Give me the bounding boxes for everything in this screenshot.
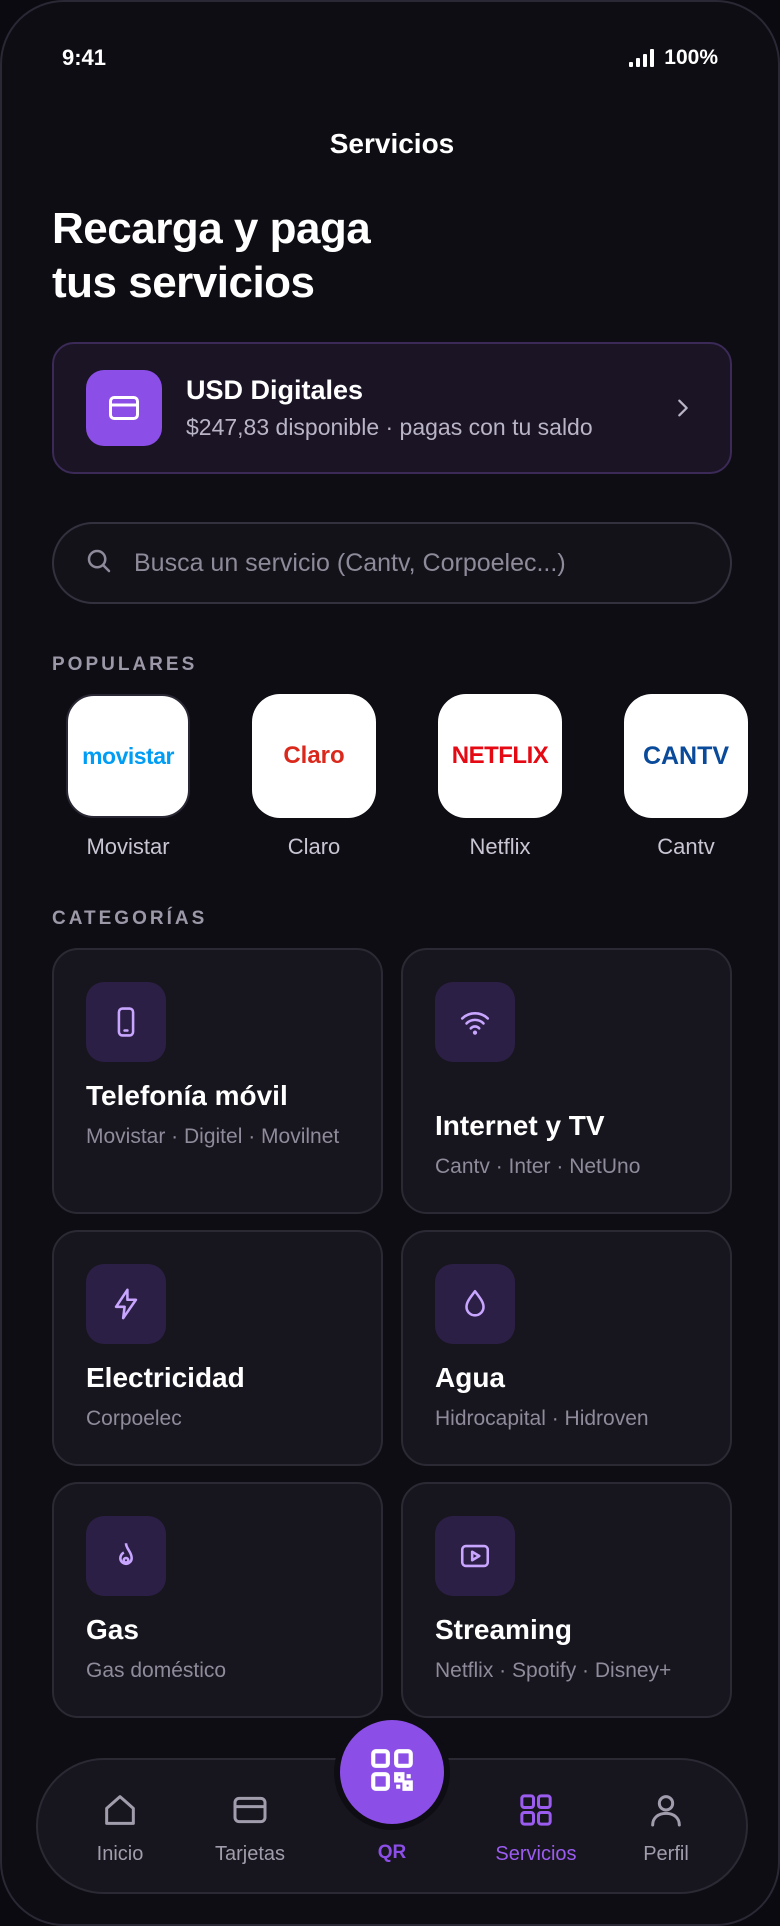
category-subtitle: Corpoelec xyxy=(86,1407,182,1430)
card-icon xyxy=(230,1790,270,1835)
category-title: Telefonía móvil xyxy=(86,1080,288,1111)
category-subtitle: Cantv · Inter · NetUno xyxy=(435,1155,641,1178)
headline: Recarga y paga tus servicios xyxy=(52,202,371,310)
popular-item-netflix[interactable]: NETFLIX Netflix xyxy=(438,694,562,860)
signal-icon xyxy=(629,49,655,67)
search-icon xyxy=(84,546,114,581)
popular-item-cantv[interactable]: CANTV Cantv xyxy=(624,694,748,860)
page-title: Servicios xyxy=(329,128,455,159)
popular-item-label: Cantv xyxy=(657,834,715,859)
category-subtitle: Hidrocapital · Hidroven xyxy=(435,1407,649,1430)
tab-label: Perfil xyxy=(643,1843,689,1865)
category-card-gas[interactable]: Gas Gas doméstico xyxy=(52,1482,383,1718)
category-title: Internet y TV xyxy=(435,1110,605,1141)
claro-logo-text: Claro xyxy=(283,742,345,769)
popular-label: POPULARES xyxy=(52,654,198,675)
movistar-logo-text: movistar xyxy=(82,742,174,769)
status-right: 100% xyxy=(629,46,718,70)
status-bar: 9:41 100% xyxy=(62,40,718,76)
popular-item-label: Movistar xyxy=(86,834,170,859)
popular-item-label: Claro xyxy=(287,834,341,859)
category-subtitle: Gas doméstico xyxy=(86,1659,227,1682)
popular-item-label: Netflix xyxy=(469,834,531,859)
qr-button[interactable] xyxy=(340,1720,444,1824)
search-bar[interactable] xyxy=(52,522,732,604)
qr-label: QR xyxy=(377,1842,407,1863)
tab-tarjetas[interactable]: Tarjetas xyxy=(190,1790,310,1866)
category-card-electricidad[interactable]: Electricidad Corpoelec xyxy=(52,1230,383,1466)
cantv-logo-text: CANTV xyxy=(642,741,730,770)
status-time: 9:41 xyxy=(62,45,107,70)
wallet-card[interactable]: USD Digitales $247,83 disponible · pagas… xyxy=(52,342,732,474)
category-subtitle: Netflix · Spotify · Disney+ xyxy=(435,1659,672,1682)
tab-servicios[interactable]: Servicios xyxy=(476,1790,596,1866)
popular-list: movistar Movistar Claro Claro NETFLIX Ne… xyxy=(66,694,748,860)
category-card-agua[interactable]: Agua Hidrocapital · Hidroven xyxy=(401,1230,732,1466)
home-icon xyxy=(100,1790,140,1835)
cantv-logo: CANTV xyxy=(624,694,748,818)
category-title: Gas xyxy=(86,1614,139,1645)
chevron-right-icon xyxy=(668,393,698,423)
wallet-title: USD Digitales xyxy=(186,375,364,405)
popular-item-movistar[interactable]: movistar Movistar xyxy=(66,694,190,860)
category-card-internet[interactable]: Internet y TV Cantv · Inter · NetUno xyxy=(401,948,732,1214)
category-subtitle: Movistar · Digitel · Movilnet xyxy=(86,1125,340,1148)
tab-label: Servicios xyxy=(495,1843,577,1865)
categories-label: CATEGORÍAS xyxy=(52,908,208,929)
headline-line-1: Recarga y paga xyxy=(52,204,371,253)
category-title: Electricidad xyxy=(86,1362,245,1393)
popular-item-claro[interactable]: Claro Claro xyxy=(252,694,376,860)
tab-inicio[interactable]: Inicio xyxy=(60,1790,180,1866)
tab-perfil[interactable]: Perfil xyxy=(606,1790,726,1866)
qr-icon xyxy=(367,1745,417,1800)
search-input[interactable] xyxy=(134,548,700,578)
phone-icon xyxy=(86,982,166,1062)
play-icon xyxy=(435,1516,515,1596)
netflix-logo: NETFLIX xyxy=(438,694,562,818)
wifi-icon xyxy=(435,982,515,1062)
grid-icon xyxy=(516,1790,556,1835)
netflix-logo-text: NETFLIX xyxy=(451,742,549,769)
category-title: Agua xyxy=(435,1362,505,1393)
claro-logo: Claro xyxy=(252,694,376,818)
drop-icon xyxy=(435,1264,515,1344)
wallet-subtitle: $247,83 disponible · pagas con tu saldo xyxy=(186,414,593,440)
headline-line-2: tus servicios xyxy=(52,258,315,307)
phone-screen: 9:41 100% Servicios Recarga y paga tus s… xyxy=(0,0,780,1926)
tab-label: Tarjetas xyxy=(214,1843,286,1865)
tab-label: Inicio xyxy=(96,1843,144,1865)
category-title: Streaming xyxy=(435,1614,572,1645)
category-card-streaming[interactable]: Streaming Netflix · Spotify · Disney+ xyxy=(401,1482,732,1718)
card-icon xyxy=(86,370,162,446)
movistar-logo: movistar xyxy=(66,694,190,818)
battery-label: 100% xyxy=(664,46,718,69)
bolt-icon xyxy=(86,1264,166,1344)
category-card-telefonia[interactable]: Telefonía móvil Movistar · Digitel · Mov… xyxy=(52,948,383,1214)
user-icon xyxy=(646,1790,686,1835)
flame-icon xyxy=(86,1516,166,1596)
